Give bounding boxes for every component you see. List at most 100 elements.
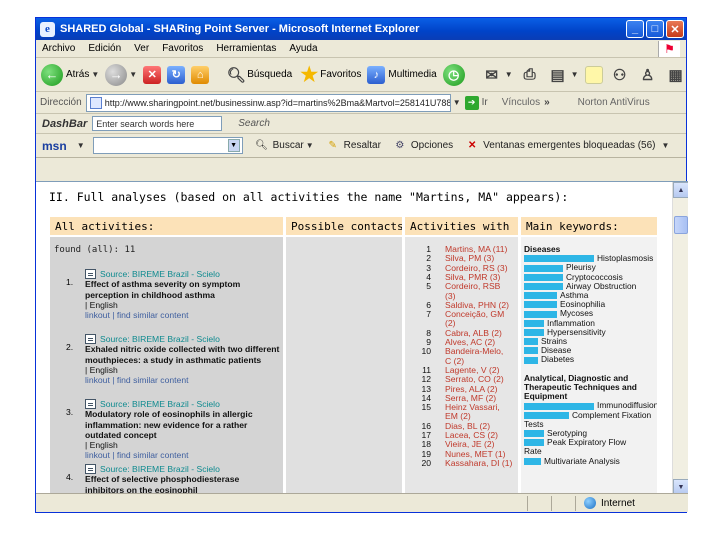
menu-edicion[interactable]: Edición: [88, 43, 121, 54]
menu-archivo[interactable]: Archivo: [42, 43, 75, 54]
status-bar: Internet: [36, 493, 688, 512]
result-links[interactable]: linkout | find similar content: [85, 375, 280, 385]
msn-search-label: Buscar: [272, 140, 304, 151]
toolbar-extra-button[interactable]: ▦: [665, 64, 687, 86]
possible-contacts-column: [286, 237, 402, 494]
document-icon: [85, 464, 96, 475]
msn-popups-label: Ventanas emergentes bloqueadas (56): [483, 140, 656, 151]
dashbar-search-input[interactable]: Enter search words here: [92, 116, 223, 131]
result-number: 4.: [66, 472, 74, 482]
note-icon: [584, 65, 603, 84]
msn-popups-button[interactable]: ✕ Ventanas emergentes bloqueadas (56) ▼: [465, 139, 669, 153]
scroll-down-button[interactable]: ▼: [673, 479, 688, 494]
vertical-scrollbar[interactable]: ▲ ▼: [672, 182, 688, 494]
activity-rank: 7: [426, 309, 431, 320]
keyword-frequency-bar: [524, 411, 569, 419]
highlighter-icon: ✎: [328, 140, 337, 151]
result-title: Effect of selective phosphodiesterase in…: [85, 474, 240, 494]
activity-name-link[interactable]: Serrato, CO (2): [445, 374, 504, 384]
activity-row: 12 Serrato, CO (2): [409, 374, 516, 384]
print-button[interactable]: ⎙: [519, 64, 541, 86]
home-icon: ⌂: [191, 65, 210, 84]
keyword-continuation: Tests: [524, 418, 544, 429]
msn-search-input[interactable]: ▼: [92, 137, 243, 154]
menu-favoritos[interactable]: Favoritos: [162, 43, 203, 54]
browser-window: e SHARED Global - SHARing Point Server -…: [35, 17, 688, 513]
links-button[interactable]: Vínculos: [502, 97, 540, 108]
activity-row: 20 Kassahara, DI (1): [409, 457, 516, 468]
result-body: Source: BIREME Brazil - Scielo Modulatory…: [85, 399, 280, 461]
chevron-right-icon[interactable]: »: [544, 97, 550, 108]
back-button[interactable]: ← Atrás ▼: [41, 63, 99, 86]
chevron-down-icon: ▼: [570, 70, 579, 79]
messenger-button[interactable]: ♙: [637, 64, 659, 86]
menu-ayuda[interactable]: Ayuda: [289, 43, 317, 54]
keyword-frequency-bar: [524, 283, 563, 291]
result-links[interactable]: linkout | find similar content: [85, 310, 280, 320]
chevron-down-icon: ▼: [305, 141, 314, 150]
activity-name-link[interactable]: Cordeiro, RSB: [445, 281, 500, 291]
address-input[interactable]: http://www.sharingpoint.net/businessinw.…: [85, 93, 451, 112]
keyword-frequency-bar: [524, 338, 538, 346]
result-links[interactable]: linkout | find similar content: [85, 450, 280, 460]
refresh-button[interactable]: ↻: [167, 65, 186, 84]
keyword-row: Multivariate Analysis: [524, 456, 620, 466]
result-source[interactable]: Source: BIREME Brazil - Scielo: [100, 399, 220, 409]
scroll-thumb[interactable]: [674, 216, 688, 234]
scroll-up-button[interactable]: ▲: [673, 182, 688, 198]
menu-herramientas[interactable]: Herramientas: [216, 43, 276, 54]
forward-arrow-icon: →: [105, 63, 128, 86]
msn-options-label: Opciones: [410, 140, 454, 151]
result-source-link[interactable]: Source: BIREME Brazil - Scielo: [85, 269, 280, 280]
result-source[interactable]: Source: BIREME Brazil - Scielo: [100, 464, 220, 474]
norton-antivirus-button[interactable]: Norton AntiVirus: [578, 97, 650, 108]
stop-button[interactable]: ✕: [143, 65, 162, 84]
header-main-keywords: Main keywords:: [521, 217, 657, 235]
result-source-link[interactable]: Source: BIREME Brazil - Scielo: [85, 334, 280, 345]
result-source-link[interactable]: Source: BIREME Brazil - Scielo: [85, 464, 280, 475]
edit-button[interactable]: ▤ ▼: [547, 64, 579, 86]
security-zone: Internet: [576, 497, 688, 509]
mail-icon: ✉: [485, 66, 498, 84]
discuss-button[interactable]: [584, 65, 603, 84]
msn-highlight-button[interactable]: ✎ Resaltar: [326, 139, 380, 153]
menu-bar: Archivo Edición Ver Favoritos Herramient…: [36, 40, 686, 58]
multimedia-icon: ♪: [367, 65, 386, 84]
mail-button[interactable]: ✉ ▼: [481, 64, 512, 86]
document-icon: [85, 334, 96, 345]
header-activities-with: Activities with: [405, 217, 518, 235]
favorites-button[interactable]: ★ Favoritos: [298, 64, 361, 86]
chevron-down-icon[interactable]: ▼: [77, 141, 85, 150]
refresh-icon: ↻: [167, 65, 186, 84]
search-button[interactable]: 🔍︎ Búsqueda: [225, 64, 293, 86]
dashbar-search-button[interactable]: Search: [238, 118, 270, 129]
activity-name-link[interactable]: Kassahara, DI (1): [445, 458, 512, 468]
address-label: Dirección: [40, 97, 82, 108]
menu-ver[interactable]: Ver: [134, 43, 149, 54]
msn-logo: msn: [42, 138, 67, 153]
maximize-button[interactable]: □: [646, 20, 664, 38]
close-button[interactable]: ✕: [666, 20, 684, 38]
msn-search-button[interactable]: 🔍︎ Buscar ▼: [255, 139, 314, 153]
minimize-button[interactable]: _: [626, 20, 644, 38]
messenger-icon: ♙: [640, 66, 655, 84]
back-label: Atrás: [66, 69, 90, 80]
dashbar-toolbar: DashBar Enter search words here Search: [36, 114, 686, 134]
go-button[interactable]: ➔ Ir: [464, 95, 488, 110]
keyword-frequency-bar: [524, 347, 538, 355]
activity-rank: 5: [426, 281, 431, 292]
page-content: II. Full analyses (based on all activiti…: [36, 181, 688, 494]
result-source[interactable]: Source: BIREME Brazil - Scielo: [100, 334, 220, 344]
multimedia-button[interactable]: ♪ Multimedia: [367, 65, 437, 84]
title-bar: e SHARED Global - SHARing Point Server -…: [36, 18, 686, 40]
research-button[interactable]: ⚇: [609, 64, 631, 86]
history-button[interactable]: ◷: [442, 63, 465, 86]
forward-button[interactable]: → ▼: [105, 63, 137, 86]
result-source[interactable]: Source: BIREME Brazil - Scielo: [100, 269, 220, 279]
result-source-link[interactable]: Source: BIREME Brazil - Scielo: [85, 399, 280, 410]
address-dropdown-icon[interactable]: ▼: [453, 98, 461, 107]
home-button[interactable]: ⌂: [191, 65, 210, 84]
msn-options-button[interactable]: ⚙ Opciones: [393, 139, 453, 153]
chevron-down-icon[interactable]: ▼: [227, 139, 240, 152]
activity-rank: 20: [421, 457, 431, 468]
